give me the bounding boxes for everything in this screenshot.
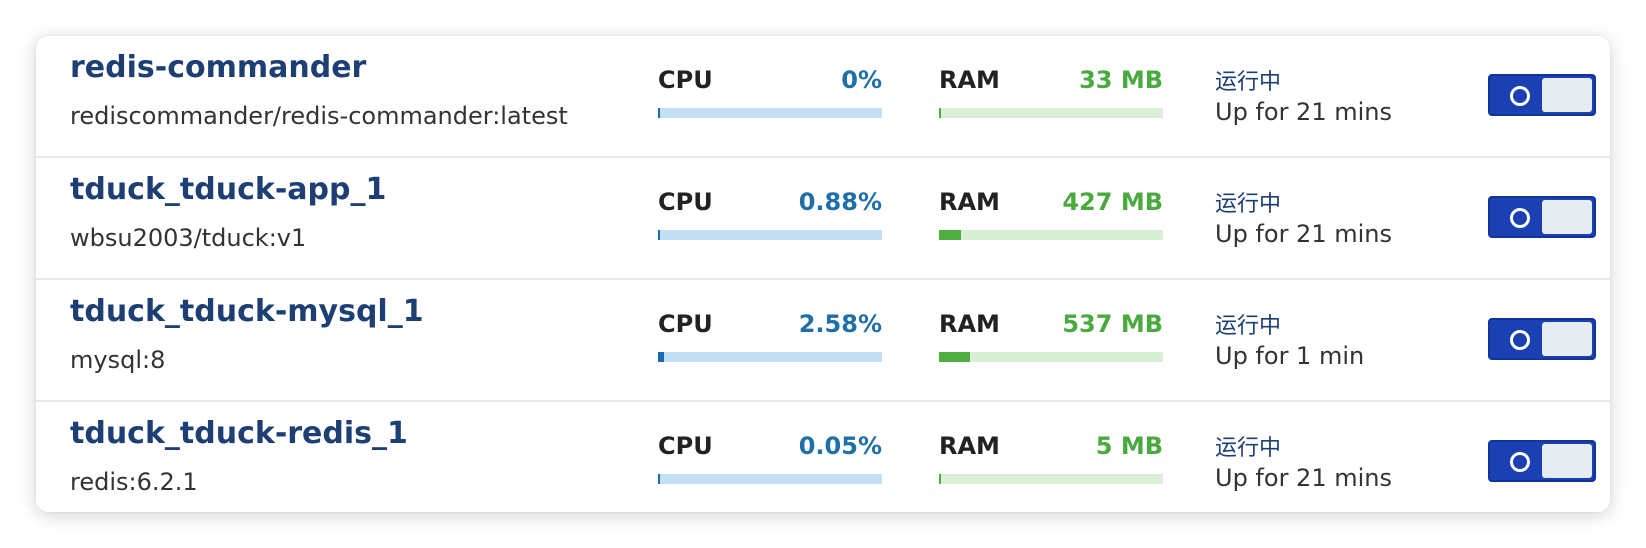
- cpu-metric: CPU 0.88%: [658, 188, 882, 244]
- toggle-knob: [1542, 78, 1592, 112]
- cpu-usage-bar: [658, 352, 882, 362]
- ram-metric: RAM 537 MB: [939, 310, 1163, 366]
- ram-value: 537 MB: [1062, 310, 1163, 338]
- ram-metric: RAM 427 MB: [939, 188, 1163, 244]
- ram-value: 427 MB: [1062, 188, 1163, 216]
- container-list: redis-commander rediscommander/redis-com…: [36, 36, 1610, 512]
- cpu-usage-bar: [658, 474, 882, 484]
- container-uptime: Up for 21 mins: [1215, 220, 1392, 248]
- cpu-value: 0.88%: [798, 188, 882, 216]
- container-state: 运行中: [1215, 70, 1282, 95]
- cpu-value: 2.58%: [798, 310, 882, 338]
- toggle-switch-icon: [1510, 452, 1530, 472]
- cpu-usage-fill: [658, 474, 660, 484]
- container-power-toggle[interactable]: [1488, 440, 1596, 482]
- container-row[interactable]: redis-commander rediscommander/redis-com…: [36, 36, 1610, 158]
- toggle-switch-icon: [1510, 86, 1530, 106]
- cpu-usage-fill: [658, 230, 661, 240]
- container-name[interactable]: redis-commander: [70, 50, 366, 85]
- container-state: 运行中: [1215, 192, 1282, 217]
- ram-metric: RAM 33 MB: [939, 66, 1163, 122]
- cpu-metric: CPU 0.05%: [658, 432, 882, 488]
- container-power-toggle[interactable]: [1488, 74, 1596, 116]
- container-row[interactable]: tduck_tduck-redis_1 redis:6.2.1 CPU 0.05…: [36, 402, 1610, 512]
- cpu-value: 0.05%: [798, 432, 882, 460]
- toggle-knob: [1542, 444, 1592, 478]
- toggle-knob: [1542, 322, 1592, 356]
- ram-label: RAM: [939, 66, 1000, 94]
- container-uptime: Up for 21 mins: [1215, 98, 1392, 126]
- container-name[interactable]: tduck_tduck-mysql_1: [70, 294, 424, 329]
- ram-usage-fill: [939, 230, 962, 240]
- cpu-usage-bar: [658, 108, 882, 118]
- ram-metric: RAM 5 MB: [939, 432, 1163, 488]
- container-image: mysql:8: [70, 346, 166, 374]
- toggle-switch-icon: [1510, 208, 1530, 228]
- cpu-label: CPU: [658, 188, 713, 216]
- container-state: 运行中: [1215, 436, 1282, 461]
- cpu-usage-bar: [658, 230, 882, 240]
- ram-usage-bar: [939, 352, 1163, 362]
- toggle-knob: [1542, 200, 1592, 234]
- cpu-label: CPU: [658, 432, 713, 460]
- container-image: wbsu2003/tduck:v1: [70, 224, 307, 252]
- ram-usage-bar: [939, 108, 1163, 118]
- ram-value: 5 MB: [1095, 432, 1163, 460]
- cpu-metric: CPU 2.58%: [658, 310, 882, 366]
- container-state: 运行中: [1215, 314, 1282, 339]
- container-name[interactable]: tduck_tduck-redis_1: [70, 416, 408, 451]
- cpu-value: 0%: [841, 66, 882, 94]
- cpu-usage-fill: [658, 108, 660, 118]
- container-power-toggle[interactable]: [1488, 196, 1596, 238]
- container-name[interactable]: tduck_tduck-app_1: [70, 172, 386, 207]
- ram-usage-fill: [939, 474, 942, 484]
- container-row[interactable]: tduck_tduck-app_1 wbsu2003/tduck:v1 CPU …: [36, 158, 1610, 280]
- container-row[interactable]: tduck_tduck-mysql_1 mysql:8 CPU 2.58% RA…: [36, 280, 1610, 402]
- ram-usage-bar: [939, 474, 1163, 484]
- ram-usage-bar: [939, 230, 1163, 240]
- container-power-toggle[interactable]: [1488, 318, 1596, 360]
- container-uptime: Up for 21 mins: [1215, 464, 1392, 492]
- cpu-metric: CPU 0%: [658, 66, 882, 122]
- toggle-switch-icon: [1510, 330, 1530, 350]
- container-image: redis:6.2.1: [70, 468, 198, 496]
- container-image: rediscommander/redis-commander:latest: [70, 102, 568, 130]
- container-uptime: Up for 1 min: [1215, 342, 1365, 370]
- ram-usage-fill: [939, 352, 971, 362]
- ram-label: RAM: [939, 432, 1000, 460]
- cpu-label: CPU: [658, 66, 713, 94]
- cpu-usage-fill: [658, 352, 664, 362]
- ram-usage-fill: [939, 108, 942, 118]
- ram-value: 33 MB: [1079, 66, 1163, 94]
- ram-label: RAM: [939, 310, 1000, 338]
- ram-label: RAM: [939, 188, 1000, 216]
- cpu-label: CPU: [658, 310, 713, 338]
